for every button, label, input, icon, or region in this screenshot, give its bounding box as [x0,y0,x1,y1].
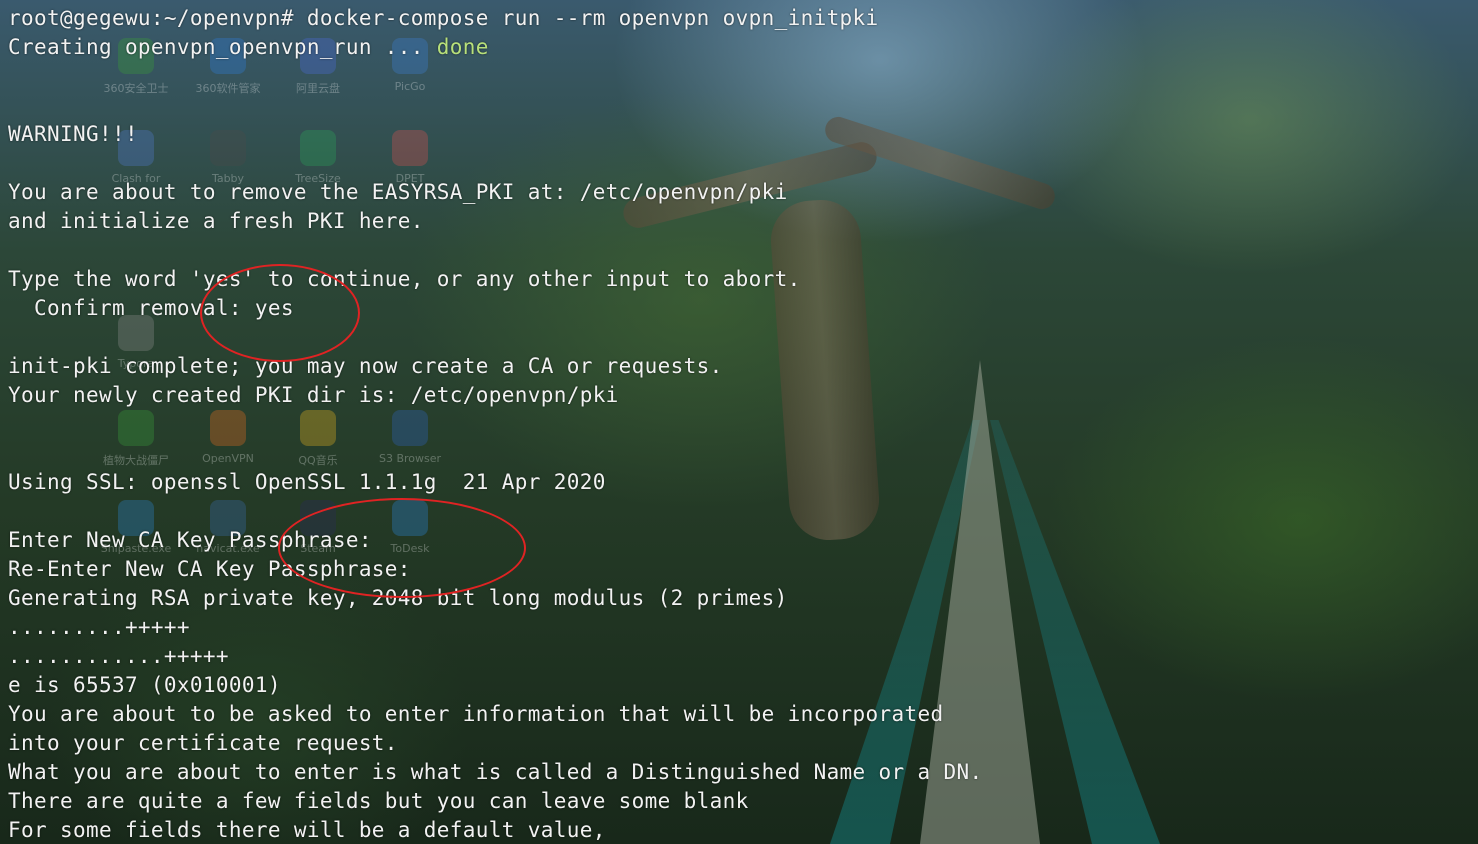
terminal-line: Creating openvpn_openvpn_run ... done [8,33,982,62]
terminal-line: root@gegewu:~/openvpn# docker-compose ru… [8,4,982,33]
terminal-line-text: e is 65537 (0x010001) [8,673,281,697]
terminal-line: WARNING!!! [8,120,982,149]
terminal-line-text: There are quite a few fields but you can… [8,789,749,813]
terminal-line: e is 65537 (0x010001) [8,671,982,700]
terminal-output[interactable]: root@gegewu:~/openvpn# docker-compose ru… [8,4,982,844]
terminal-line-text: WARNING!!! [8,122,138,146]
terminal-line: Generating RSA private key, 2048 bit lon… [8,584,982,613]
terminal-line-text: For some fields there will be a default … [8,818,606,842]
terminal-line: What you are about to enter is what is c… [8,758,982,787]
terminal-line-text: init-pki complete; you may now create a … [8,354,723,378]
terminal-line-text: ............+++++ [8,644,229,668]
terminal-line-text: and initialize a fresh PKI here. [8,209,424,233]
terminal-window[interactable]: 360安全卫士 360软件管家 阿里云盘 PicGo Clash for Tabby Tre… [0,0,1478,844]
terminal-line: ............+++++ [8,642,982,671]
terminal-line: Type the word 'yes' to continue, or any … [8,265,982,294]
terminal-line-text: Type the word 'yes' to continue, or any … [8,267,801,291]
terminal-line-text: Generating RSA private key, 2048 bit lon… [8,586,788,610]
terminal-line-text: Confirm removal: yes [8,296,294,320]
terminal-line: Re-Enter New CA Key Passphrase: [8,555,982,584]
terminal-line-text: Creating openvpn_openvpn_run ... [8,35,437,59]
terminal-line: Your newly created PKI dir is: /etc/open… [8,381,982,410]
terminal-line-text: into your certificate request. [8,731,398,755]
terminal-line-text: Using SSL: openssl OpenSSL 1.1.1g 21 Apr… [8,470,606,494]
terminal-line: You are about to be asked to enter infor… [8,700,982,729]
terminal-line-text: You are about to remove the EASYRSA_PKI … [8,180,788,204]
terminal-line: Enter New CA Key Passphrase: [8,526,982,555]
terminal-line: You are about to remove the EASYRSA_PKI … [8,178,982,207]
terminal-line: For some fields there will be a default … [8,816,982,844]
terminal-line: into your certificate request. [8,729,982,758]
terminal-line: Confirm removal: yes [8,294,982,323]
terminal-line-text: .........+++++ [8,615,190,639]
terminal-line-text: Your newly created PKI dir is: /etc/open… [8,383,619,407]
terminal-line: Using SSL: openssl OpenSSL 1.1.1g 21 Apr… [8,468,982,497]
terminal-line-text: Re-Enter New CA Key Passphrase: [8,557,411,581]
status-text: done [436,35,489,59]
terminal-line-text: What you are about to enter is what is c… [8,760,983,784]
terminal-line-text: root@gegewu:~/openvpn# docker-compose ru… [8,6,879,30]
terminal-line: init-pki complete; you may now create a … [8,352,982,381]
terminal-line: and initialize a fresh PKI here. [8,207,982,236]
terminal-line: There are quite a few fields but you can… [8,787,982,816]
terminal-line: .........+++++ [8,613,982,642]
terminal-line-text: Enter New CA Key Passphrase: [8,528,372,552]
terminal-line-text: You are about to be asked to enter infor… [8,702,944,726]
